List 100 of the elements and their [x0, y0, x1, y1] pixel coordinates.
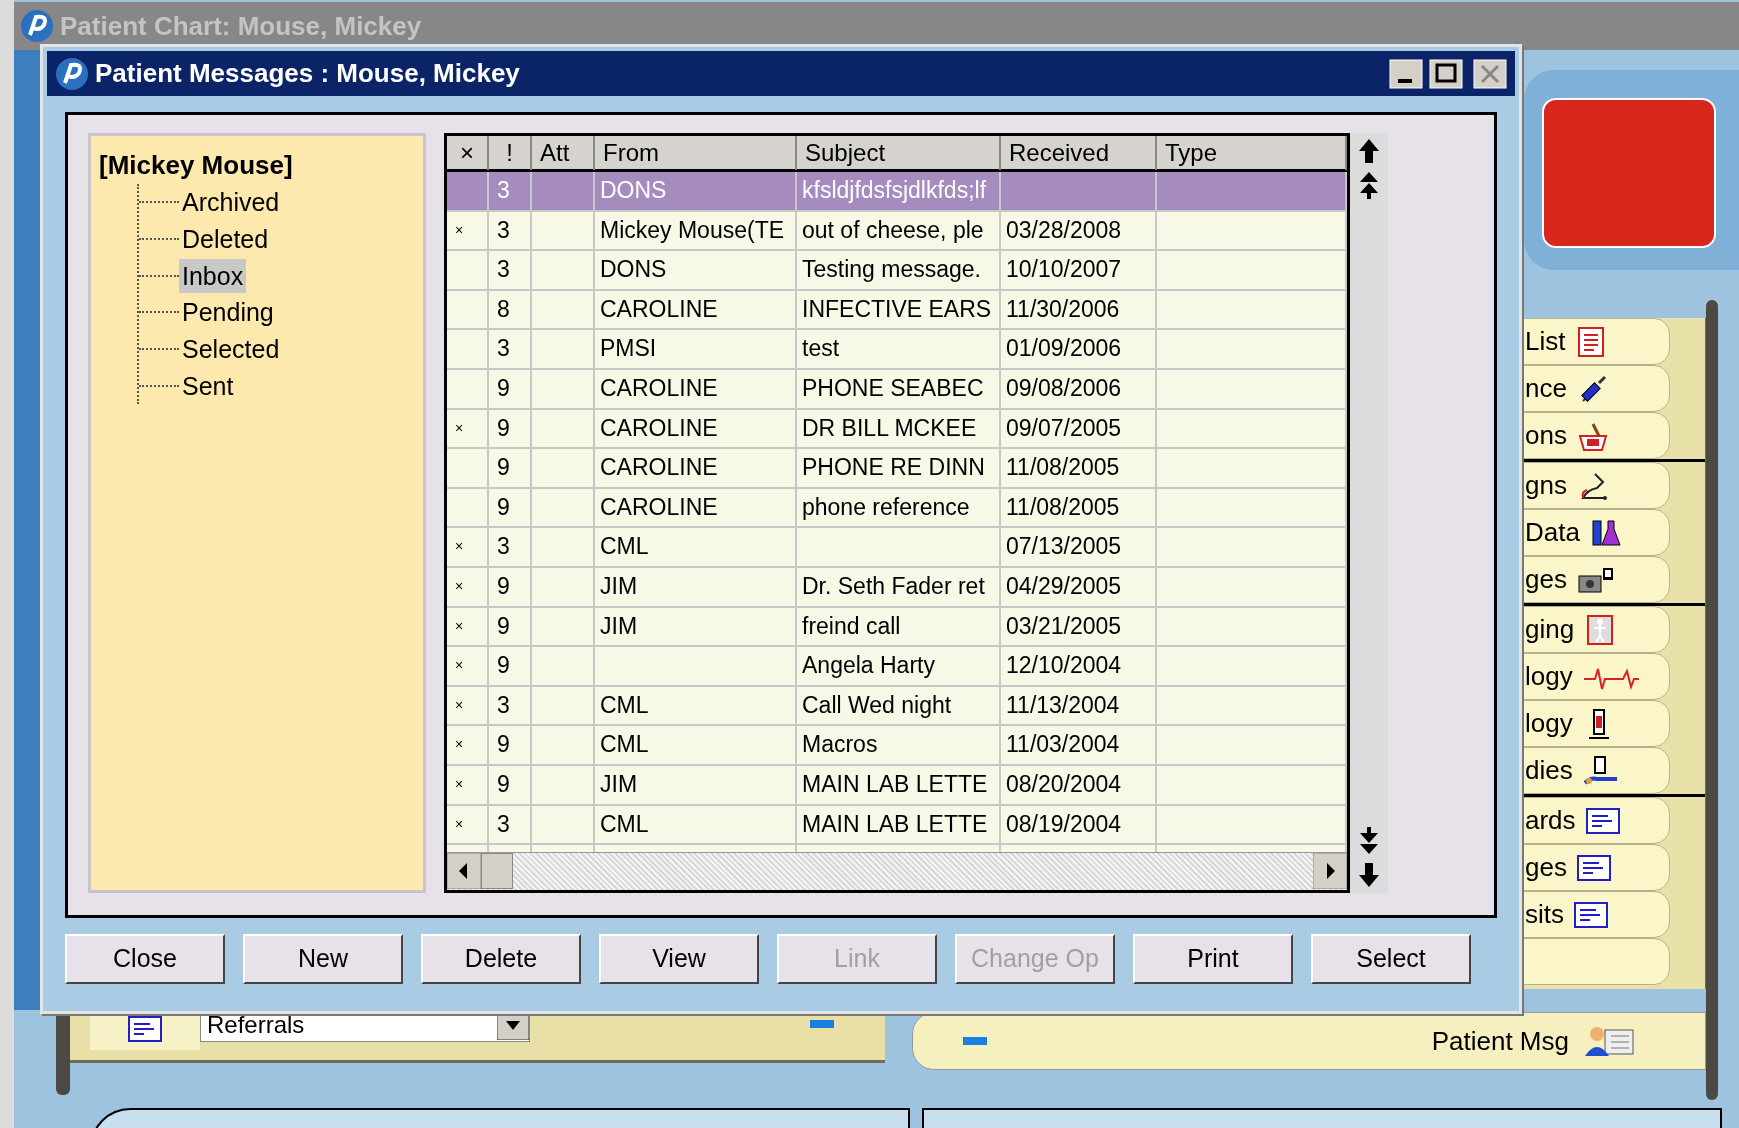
table-cell: Macros [802, 731, 878, 758]
app-logo-icon [55, 56, 89, 91]
table-cell: CAROLINE [600, 493, 718, 520]
table-row[interactable]: 9 CAROLINE PHONE RE DINN 11/08/2005 [447, 449, 1347, 489]
table-cell: DONS [600, 256, 667, 283]
table-cell: × [455, 696, 464, 713]
table-cell: 9 [497, 770, 510, 797]
table-cell: kfsldjfdsfsjdlkfds;lf [802, 177, 987, 203]
tree-item[interactable]: Inbox [179, 258, 247, 293]
table-cell: 11/30/2006 [1006, 295, 1120, 322]
table-row[interactable]: 9 CAROLINE PHONE SEABEC 09/08/2006 [447, 369, 1347, 410]
table-row[interactable]: × 3 CML Call Wed night 11/13/2004 [447, 686, 1347, 727]
table-row[interactable]: × 9 JIM Dr. Seth Fader ret 04/29/2005 [447, 567, 1347, 608]
table-cell: 3 [497, 810, 510, 837]
dialog-button[interactable]: Close [65, 934, 225, 984]
table-cell: × [455, 815, 464, 832]
table-cell: × [455, 657, 464, 674]
table-row[interactable]: × 9 CAROLINE DR BILL MCKEE 09/07/2005 [447, 409, 1347, 450]
table-row[interactable]: 9 CAROLINE phone reference 11/08/2005 [447, 488, 1347, 529]
table-cell: 08/19/2004 [1006, 810, 1122, 837]
tree-root-label[interactable]: [Mickey Mouse] [99, 146, 423, 184]
column-header[interactable]: Att [532, 136, 595, 170]
table-row[interactable]: × 9 Angela Harty 12/10/2004 [447, 647, 1347, 687]
column-header[interactable]: ! [489, 136, 532, 170]
table-cell: PHONE SEABEC [802, 374, 984, 401]
dialog-button[interactable]: Print [1133, 934, 1293, 984]
table-cell: 03/28/2008 [1006, 216, 1122, 243]
table-row[interactable]: × 3 CML MAIN LAB LETTE 08/19/2004 [447, 805, 1347, 846]
table-cell: test [802, 335, 840, 362]
column-header[interactable]: × [447, 136, 489, 170]
table-cell: × [455, 736, 464, 753]
table-cell: CML [600, 731, 649, 758]
table-row[interactable]: 3 PMSI test 01/09/2006 [447, 330, 1347, 370]
table-row[interactable]: × 3 Mickey Mouse(TE out of cheese, ple 03/28/2008 [447, 211, 1347, 252]
table-row[interactable]: × 9 CML Macros 11/03/2004 [447, 726, 1347, 766]
column-header[interactable]: Type [1157, 136, 1347, 170]
table-row[interactable]: × 9 JIM MAIN LAB LETTE 08/20/2004 [447, 765, 1347, 806]
indicator-icon [810, 1020, 834, 1028]
tab-label: ges [1525, 851, 1567, 884]
table-row[interactable]: 3 DONS Testing message. 10/10/2007 [447, 251, 1347, 291]
dialog-button[interactable]: Select [1311, 934, 1471, 984]
table-cell: 01/09/2006 [1006, 335, 1122, 362]
document-icon [128, 1016, 162, 1042]
tree-item[interactable]: Selected [179, 332, 283, 366]
table-cell: CML [600, 810, 649, 837]
table-cell: × [455, 577, 464, 594]
horizontal-scrollbar[interactable] [447, 852, 1347, 890]
dialog-button[interactable]: New [243, 934, 403, 984]
patient-msg-tab[interactable]: Patient Msg [912, 1012, 1706, 1070]
tree-item[interactable]: Sent [179, 368, 237, 403]
maximize-icon[interactable] [1429, 58, 1463, 89]
table-row[interactable]: × 3 CML 07/13/2005 [447, 528, 1347, 568]
tab-label: ards [1525, 804, 1576, 837]
table-cell: × [455, 617, 464, 634]
table-row[interactable]: 8 CAROLINE INFECTIVE EARS 11/30/2006 [447, 290, 1347, 331]
table-cell: 9 [497, 731, 510, 758]
table-cell: INFECTIVE EARS [802, 295, 992, 322]
column-header[interactable]: Subject [797, 136, 1001, 170]
scroll-left-icon[interactable] [447, 853, 481, 890]
table-cell: 3 [497, 533, 510, 560]
column-header[interactable]: Received [1001, 136, 1157, 170]
table-cell: DONS [600, 177, 667, 203]
table-cell: JIM [600, 572, 638, 599]
people-icon [1583, 1024, 1635, 1058]
tab-label: List [1525, 325, 1566, 358]
app-window-title: Patient Chart: Mouse, Mickey [60, 9, 422, 43]
table-row[interactable]: × 9 JIM freind call 03/21/2005 [447, 607, 1347, 648]
scroll-thumb[interactable] [481, 853, 513, 890]
table-cell: JIM [600, 770, 638, 797]
tree-item[interactable]: Deleted [179, 222, 272, 256]
tab-label: gns [1525, 469, 1567, 502]
table-cell: 09/08/2006 [1006, 374, 1122, 401]
table-cell: PMSI [600, 335, 657, 362]
tab-label: ges [1525, 563, 1567, 596]
tab-label: nce [1525, 372, 1567, 405]
app-logo-icon [20, 9, 54, 43]
table-cell: 08/20/2004 [1006, 770, 1122, 797]
vertical-scrollbar[interactable] [1350, 133, 1388, 893]
table-cell: CAROLINE [600, 374, 718, 401]
scroll-right-icon[interactable] [1313, 853, 1347, 890]
dialog-button[interactable]: View [599, 934, 759, 984]
tree-item[interactable]: Archived [179, 185, 283, 220]
indicator-icon [963, 1037, 987, 1045]
close-icon[interactable] [1473, 58, 1507, 89]
dialog-title: Patient Messages : Mouse, Mickey [95, 57, 521, 90]
table-cell: × [455, 419, 464, 436]
tab-label: ons [1525, 419, 1567, 452]
table-cell: 9 [497, 652, 510, 679]
tab-label: logy [1525, 707, 1573, 740]
table-cell: CAROLINE [600, 295, 718, 322]
dialog-button[interactable]: Delete [421, 934, 581, 984]
table-cell: 8 [497, 295, 510, 322]
table-cell: DR BILL MCKEE [802, 414, 977, 441]
tree-item[interactable]: Pending [179, 295, 277, 330]
table-cell: 11/13/2004 [1006, 691, 1120, 718]
table-cell: × [455, 538, 464, 555]
minimize-icon[interactable] [1389, 58, 1423, 89]
table-cell: 9 [497, 612, 510, 639]
table-cell: 11/08/2005 [1006, 454, 1120, 481]
column-header[interactable]: From [595, 136, 797, 170]
